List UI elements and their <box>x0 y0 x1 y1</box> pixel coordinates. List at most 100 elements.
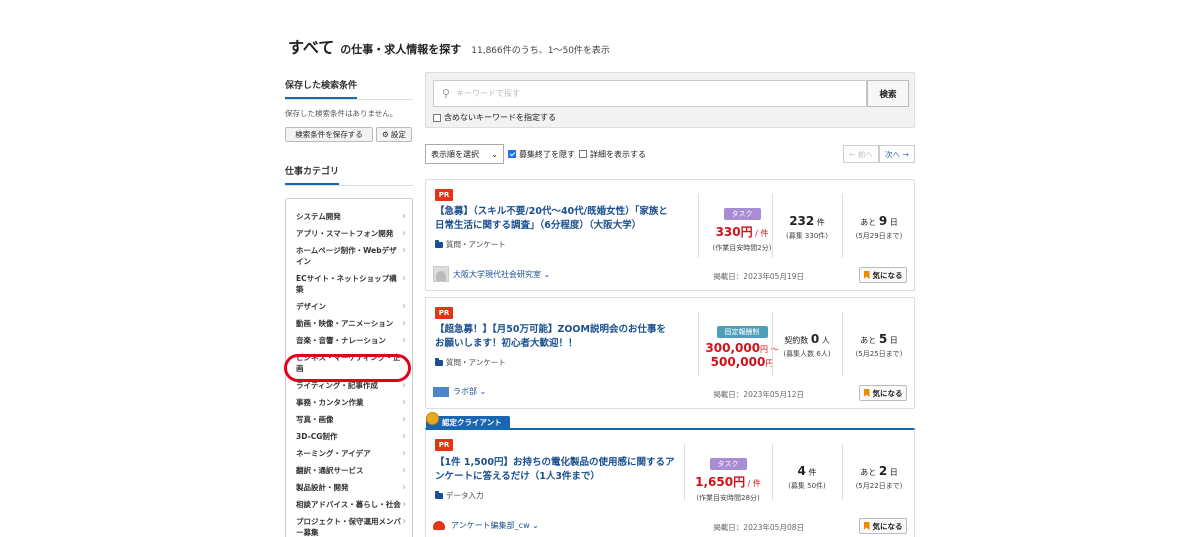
chevron-right-icon: › <box>402 245 406 256</box>
exclude-keyword-checkbox[interactable] <box>433 113 441 122</box>
pr-badge: PR <box>435 439 453 451</box>
job-title[interactable]: 【超急募！】【月50万可能】ZOOM説明会のお仕事をお願いします！初心者大歓迎！… <box>435 323 675 351</box>
favorite-button[interactable]: 気になる <box>859 267 907 283</box>
chevron-right-icon: › <box>402 380 406 391</box>
folder-icon <box>435 357 443 366</box>
pagination: ← 前へ 次へ → <box>843 145 915 163</box>
show-details-label: 詳細を表示する <box>590 149 646 159</box>
category-title: 仕事カテゴリ <box>285 164 340 185</box>
search-icon: ⚲ <box>442 87 451 100</box>
search-placeholder: キーワードで探す <box>456 89 521 98</box>
chevron-right-icon: › <box>402 335 406 346</box>
gear-icon: ⚙ <box>382 130 389 139</box>
hide-closed-label: 募集終了を隠す <box>519 149 575 159</box>
category-item[interactable]: システム開発 › <box>286 211 412 222</box>
deadline-date: (5月22日まで) <box>855 482 903 490</box>
prev-page-button[interactable]: ← 前へ <box>843 145 879 163</box>
days-remaining: 2 <box>878 464 888 478</box>
pr-badge: PR <box>435 307 453 319</box>
job-title[interactable]: 【急募】（スキル不要/20代〜40代/既婚女性）「家族と日常生活に関する調査」（… <box>435 205 675 233</box>
applicants-column: 232 件 (募集 330件) <box>772 214 842 241</box>
category-item[interactable]: 製品設計・開発 › <box>286 482 412 493</box>
search-panel: ⚲ キーワードで探す 検索 含めないキーワードを指定する <box>425 72 915 128</box>
days-remaining: 5 <box>878 332 888 346</box>
chevron-down-icon: ⌄ <box>491 149 498 159</box>
exclude-keyword-label: 含めないキーワードを指定する <box>444 113 556 122</box>
page-title: すべて の仕事・求人情報を探す 11,866件のうち、1〜50件を表示 <box>288 34 610 58</box>
job-card[interactable]: PR 【1件 1,500円】お持ちの電化製品の使用感に関するアンケートに答えるだ… <box>425 428 915 537</box>
contract-count: 0 <box>810 332 820 346</box>
chevron-right-icon: › <box>402 431 406 442</box>
sort-select[interactable]: 表示順を選択 ⌄ <box>425 144 504 164</box>
client-name: ラボ部 ⌄ <box>453 387 487 396</box>
category-item[interactable]: 動画・映像・アニメーション › <box>286 318 412 329</box>
deadline-column: あと 9 日 (5月29日まで) <box>842 214 916 241</box>
chevron-right-icon: › <box>402 211 406 222</box>
job-category[interactable]: 質問・アンケート <box>435 239 506 250</box>
posted-date: 掲載日：2023年05月19日 <box>713 272 804 281</box>
chevron-right-icon: › <box>402 448 406 459</box>
chevron-right-icon: › <box>402 499 406 510</box>
search-input[interactable]: ⚲ キーワードで探す <box>433 80 867 107</box>
chevron-right-icon: › <box>402 301 406 312</box>
chevron-right-icon: › <box>402 516 406 527</box>
job-type-badge: タスク <box>723 208 761 220</box>
show-details-checkbox[interactable] <box>579 150 587 158</box>
exclude-keyword-toggle[interactable]: 含めないキーワードを指定する <box>433 112 556 123</box>
category-item[interactable]: 事務・カンタン作業 › <box>286 397 412 408</box>
job-title[interactable]: 【1件 1,500円】お持ちの電化製品の使用感に関するアンケートに答えるだけ（1… <box>435 456 675 484</box>
folder-icon <box>435 239 443 248</box>
favorite-button[interactable]: 気になる <box>859 385 907 401</box>
folder-icon <box>435 490 443 499</box>
client-link[interactable]: 大阪大学現代社会研究室 ⌄ <box>433 266 550 282</box>
settings-label: 設定 <box>390 130 406 139</box>
client-name: アンケート編集部_cw ⌄ <box>451 520 539 530</box>
show-details-toggle[interactable]: 詳細を表示する <box>579 149 646 160</box>
hide-closed-checkbox[interactable] <box>508 150 516 158</box>
job-category[interactable]: 質問・アンケート <box>435 357 506 368</box>
result-count: 11,866件のうち、1〜50件を表示 <box>471 46 610 56</box>
client-link[interactable]: アンケート編集部_cw ⌄ <box>433 519 539 531</box>
job-card[interactable]: PR 【超急募！】【月50万可能】ZOOM説明会のお仕事をお願いします！初心者大… <box>425 297 915 409</box>
saved-search-empty: 保存した検索条件はありません。 <box>285 109 398 118</box>
save-search-button[interactable]: 検索条件を保存する <box>285 127 373 142</box>
avatar <box>433 266 449 282</box>
category-item[interactable]: プロジェクト・保守運用メンバー募集 › <box>286 516 412 537</box>
category-item[interactable]: アプリ・スマートフォン開発 › <box>286 228 412 239</box>
job-price-note: (作業目安時間28分) <box>696 494 760 502</box>
hide-closed-toggle[interactable]: 募集終了を隠す <box>508 149 575 160</box>
search-button[interactable]: 検索 <box>867 80 909 107</box>
applicants-count: 232 <box>789 214 815 228</box>
chevron-right-icon: › <box>402 397 406 408</box>
applicants-note: (募集 330件) <box>785 232 829 240</box>
saved-search-title: 保存した検索条件 <box>285 78 358 99</box>
job-category[interactable]: データ入力 <box>435 490 484 501</box>
category-item[interactable]: 相談アドバイス・暮らし・社会 › <box>286 499 412 510</box>
job-card[interactable]: PR 【急募】（スキル不要/20代〜40代/既婚女性）「家族と日常生活に関する調… <box>425 179 915 291</box>
highlight-ring-annotation <box>284 354 411 382</box>
next-page-button[interactable]: 次へ → <box>879 145 915 163</box>
category-item[interactable]: ホームページ制作・Webデザイン › <box>286 245 412 267</box>
category-item[interactable]: ネーミング・アイデア › <box>286 448 412 459</box>
chevron-right-icon: › <box>402 465 406 476</box>
category-item[interactable]: ECサイト・ネットショップ構築 › <box>286 273 412 295</box>
category-item[interactable]: デザイン › <box>286 301 412 312</box>
job-type-badge: 固定報酬制 <box>716 326 768 338</box>
settings-button[interactable]: ⚙ 設定 <box>376 127 412 142</box>
category-item[interactable]: 翻訳・通訳サービス › <box>286 465 412 476</box>
bookmark-icon <box>863 389 870 397</box>
favorite-button[interactable]: 気になる <box>859 518 907 534</box>
job-price: 330円 <box>715 225 753 239</box>
client-link[interactable]: ラボ部 ⌄ <box>433 386 486 397</box>
category-item[interactable]: 3D-CG制作 › <box>286 431 412 442</box>
chevron-right-icon: › <box>402 273 406 284</box>
category-item[interactable]: 写真・画像 › <box>286 414 412 425</box>
applicants-note: (募集人数 6人) <box>783 350 831 358</box>
price-column: タスク 1,650円 / 件 (作業目安時間28分) <box>684 458 772 503</box>
category-item[interactable]: 音楽・音響・ナレーション › <box>286 335 412 346</box>
pr-badge: PR <box>435 189 453 201</box>
deadline-date: (5月29日まで) <box>855 232 903 240</box>
page-title-category: すべて <box>288 38 335 57</box>
posted-date: 掲載日：2023年05月08日 <box>713 523 804 532</box>
job-price-min: 300,000 <box>705 341 761 355</box>
